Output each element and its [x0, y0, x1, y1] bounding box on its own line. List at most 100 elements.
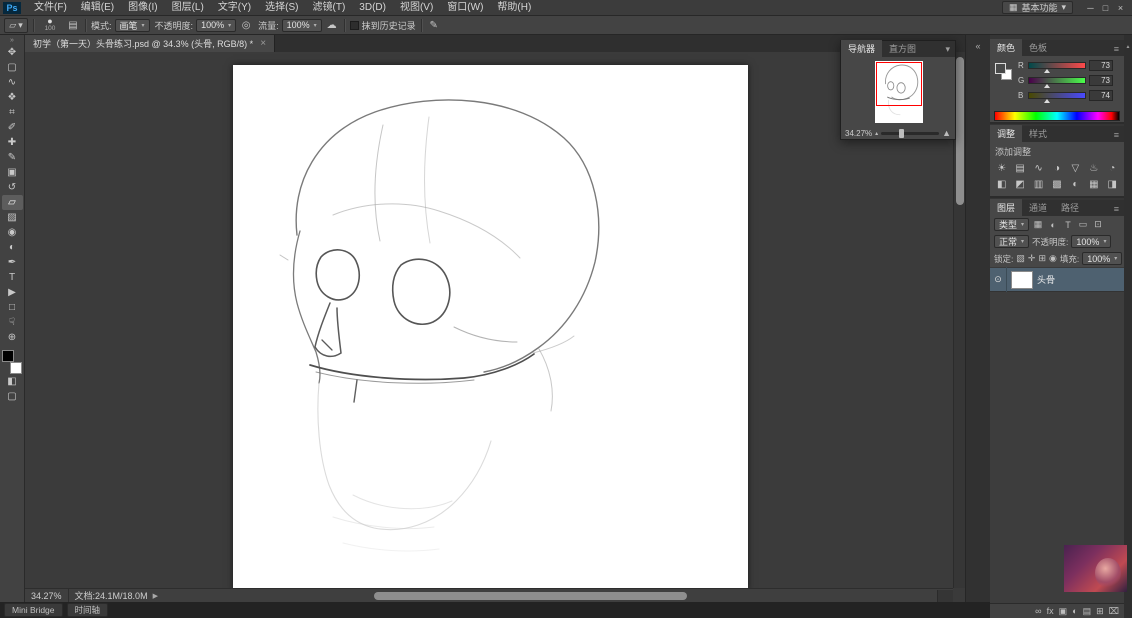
- hand-tool[interactable]: ☟: [2, 315, 23, 330]
- menu-item-layer[interactable]: 图层(L): [165, 0, 211, 15]
- red-channel-slider[interactable]: [1028, 62, 1086, 73]
- filter-adjustment-layers-icon[interactable]: ◐: [1047, 220, 1059, 230]
- tool-preset-picker[interactable]: ▱ ▾: [4, 17, 28, 33]
- color-lookup-icon[interactable]: ▩: [1048, 176, 1065, 192]
- layer-visibility-eye-icon[interactable]: ⊙: [990, 267, 1007, 292]
- workspace-switcher[interactable]: ▦ 基本功能 ▾: [1001, 1, 1073, 14]
- status-expand-arrow-icon[interactable]: ▶: [153, 592, 158, 600]
- curves-icon[interactable]: ∿: [1030, 160, 1047, 176]
- link-layers-icon[interactable]: ∞: [1035, 606, 1041, 616]
- mini-bridge-button[interactable]: Mini Bridge: [4, 603, 63, 617]
- crop-tool[interactable]: ⌗: [2, 105, 23, 120]
- filter-shape-layers-icon[interactable]: ▭: [1077, 219, 1089, 230]
- red-channel-value[interactable]: 73: [1089, 60, 1113, 71]
- posterize-icon[interactable]: ▦: [1085, 176, 1102, 192]
- tab-histogram[interactable]: 直方图: [882, 40, 923, 57]
- history-brush-tool[interactable]: ↺: [2, 180, 23, 195]
- filter-smart-objects-icon[interactable]: ⊡: [1092, 219, 1104, 230]
- tab-channels[interactable]: 通道: [1022, 199, 1054, 216]
- menu-item-3d[interactable]: 3D(D): [352, 0, 393, 15]
- layer-thumbnail[interactable]: [1011, 270, 1033, 289]
- eraser-tool[interactable]: ▱: [1, 195, 23, 210]
- path-selection-tool[interactable]: ▶: [2, 285, 23, 300]
- menu-item-help[interactable]: 帮助(H): [490, 0, 538, 15]
- zoom-in-mountain-icon[interactable]: ▲: [942, 128, 951, 138]
- maximize-button[interactable]: □: [1098, 3, 1113, 13]
- flow-dropdown[interactable]: 100% ▾: [281, 18, 322, 32]
- exposure-icon[interactable]: ◑: [1048, 160, 1065, 176]
- navigator-zoom-slider-thumb[interactable]: [898, 128, 904, 138]
- toggle-brush-panel-icon[interactable]: ▤: [66, 20, 80, 31]
- type-tool[interactable]: T: [2, 270, 23, 285]
- horizontal-scrollbar[interactable]: [164, 590, 937, 602]
- menu-item-select[interactable]: 选择(S): [258, 0, 305, 15]
- panel-collapse-icon[interactable]: ▾: [945, 44, 955, 57]
- color-balance-icon[interactable]: ◔: [1104, 160, 1121, 176]
- menu-item-image[interactable]: 图像(I): [121, 0, 164, 15]
- clone-stamp-tool[interactable]: ▣: [2, 165, 23, 180]
- slider-tick[interactable]: [1044, 99, 1051, 103]
- tab-styles[interactable]: 样式: [1022, 125, 1054, 142]
- toolbar-collapse-button[interactable]: »: [10, 36, 14, 45]
- minimize-button[interactable]: ─: [1083, 3, 1098, 13]
- menu-item-type[interactable]: 文字(Y): [211, 0, 258, 15]
- blend-mode-dropdown[interactable]: 正常 ▾: [994, 235, 1030, 248]
- close-button[interactable]: ×: [1113, 3, 1128, 13]
- channel-mixer-icon[interactable]: ▥: [1030, 176, 1047, 192]
- brush-preset-picker[interactable]: ● 100: [39, 17, 61, 33]
- blur-tool[interactable]: ◉: [2, 225, 23, 240]
- collapse-panels-button[interactable]: «: [966, 41, 990, 51]
- layer-row-skull[interactable]: ⊙ 头骨: [990, 267, 1124, 292]
- foreground-color-swatch[interactable]: [995, 63, 1006, 74]
- photo-filter-icon[interactable]: ◩: [1011, 176, 1028, 192]
- erase-to-history-checkbox[interactable]: [349, 20, 359, 30]
- background-color-swatch[interactable]: [10, 362, 22, 374]
- zoom-out-mountain-icon[interactable]: ▴: [875, 130, 878, 137]
- panel-menu-icon[interactable]: ≡: [1114, 130, 1124, 142]
- filter-type-layers-icon[interactable]: T: [1062, 220, 1074, 230]
- healing-brush-tool[interactable]: ✚: [2, 135, 23, 150]
- menu-item-filter[interactable]: 滤镜(T): [306, 0, 353, 15]
- tab-navigator[interactable]: 导航器: [841, 40, 883, 57]
- layer-mask-icon[interactable]: ▣: [1059, 606, 1068, 617]
- tab-swatches[interactable]: 色板: [1022, 39, 1054, 56]
- navigator-zoom-slider[interactable]: [881, 128, 940, 138]
- menu-item-file[interactable]: 文件(F): [27, 0, 74, 15]
- eyedropper-tool[interactable]: ✐: [2, 120, 23, 135]
- levels-icon[interactable]: ▤: [1011, 160, 1028, 176]
- pen-tool[interactable]: ✒: [2, 255, 23, 270]
- screen-mode-button[interactable]: ▢: [2, 389, 23, 404]
- layer-name[interactable]: 头骨: [1037, 273, 1055, 286]
- mode-dropdown[interactable]: 画笔 ▾: [114, 18, 150, 32]
- zoom-tool[interactable]: ⊕: [2, 330, 23, 345]
- rectangular-marquee-tool[interactable]: ▢: [2, 60, 23, 75]
- tab-layers[interactable]: 图层: [990, 199, 1023, 216]
- lock-pixels-icon[interactable]: ✛: [1028, 253, 1036, 264]
- green-channel-value[interactable]: 73: [1089, 75, 1113, 86]
- document-tab[interactable]: 初学（第一天）头骨练习.psd @ 34.3% (头骨, RGB/8) * ×: [25, 35, 276, 52]
- fill-dropdown[interactable]: 100% ▾: [1082, 252, 1123, 265]
- hue-saturation-icon[interactable]: ♨: [1085, 160, 1102, 176]
- menu-item-window[interactable]: 窗口(W): [440, 0, 490, 15]
- layer-filter-dropdown[interactable]: 类型 ▾: [994, 218, 1030, 231]
- timeline-button[interactable]: 时间轴: [66, 603, 109, 617]
- layer-group-icon[interactable]: ▤: [1083, 606, 1092, 617]
- navigator-thumbnail[interactable]: [875, 61, 923, 123]
- panel-menu-icon[interactable]: ≡: [1114, 44, 1124, 56]
- delete-layer-icon[interactable]: ⌧: [1109, 606, 1119, 617]
- horizontal-scrollbar-thumb[interactable]: [373, 591, 687, 600]
- canvas[interactable]: [233, 65, 748, 590]
- green-channel-slider[interactable]: [1028, 77, 1086, 88]
- shape-tool[interactable]: □: [2, 300, 23, 315]
- tab-color[interactable]: 颜色: [990, 39, 1023, 56]
- tab-paths[interactable]: 路径: [1054, 199, 1086, 216]
- opacity-dropdown[interactable]: 100% ▾: [196, 18, 237, 32]
- brush-tool[interactable]: ✎: [2, 150, 23, 165]
- lock-position-icon[interactable]: ⊞: [1038, 253, 1046, 264]
- lock-transparency-icon[interactable]: ▧: [1016, 253, 1025, 264]
- new-layer-icon[interactable]: ⊞: [1096, 606, 1104, 617]
- tablet-pressure-opacity-icon[interactable]: ◎: [239, 20, 253, 31]
- lock-all-icon[interactable]: ◉: [1049, 253, 1057, 264]
- gradient-tool[interactable]: ▨: [2, 210, 23, 225]
- navigator-view-box[interactable]: [876, 62, 922, 106]
